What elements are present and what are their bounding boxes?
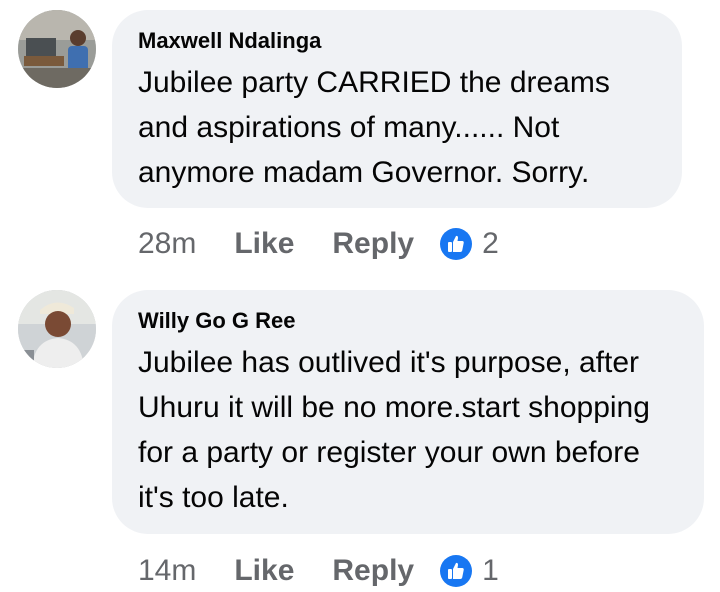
comment-thread: Maxwell Ndalinga Jubilee party CARRIED t… <box>0 0 720 592</box>
comment-text: Jubilee party CARRIED the dreams and asp… <box>138 66 610 189</box>
reaction-count: 2 <box>482 227 499 260</box>
reaction-count: 1 <box>482 554 499 587</box>
comment-author[interactable]: Maxwell Ndalinga <box>138 28 656 54</box>
comment-bubble: Maxwell Ndalinga Jubilee party CARRIED t… <box>112 10 682 208</box>
like-button[interactable]: Like <box>234 554 294 588</box>
thumbs-up-icon <box>440 555 473 587</box>
comment-author[interactable]: Willy Go G Ree <box>138 308 678 334</box>
avatar[interactable] <box>18 10 96 88</box>
like-button[interactable]: Like <box>234 227 294 261</box>
comment-timestamp[interactable]: 28m <box>138 227 196 261</box>
comment-actions: 14m Like Reply 1 <box>138 551 499 591</box>
reaction-summary[interactable]: 2 <box>440 227 499 261</box>
avatar[interactable] <box>18 290 96 368</box>
reply-button[interactable]: Reply <box>332 227 414 261</box>
comment-timestamp[interactable]: 14m <box>138 554 196 588</box>
comment-text: Jubilee has outlived it's purpose, after… <box>138 346 650 514</box>
reaction-summary[interactable]: 1 <box>440 554 499 588</box>
reply-button[interactable]: Reply <box>332 554 414 588</box>
comment-bubble: Willy Go G Ree Jubilee has outlived it's… <box>112 290 704 534</box>
thumbs-up-icon <box>440 228 473 260</box>
comment-actions: 28m Like Reply 2 <box>138 224 499 264</box>
